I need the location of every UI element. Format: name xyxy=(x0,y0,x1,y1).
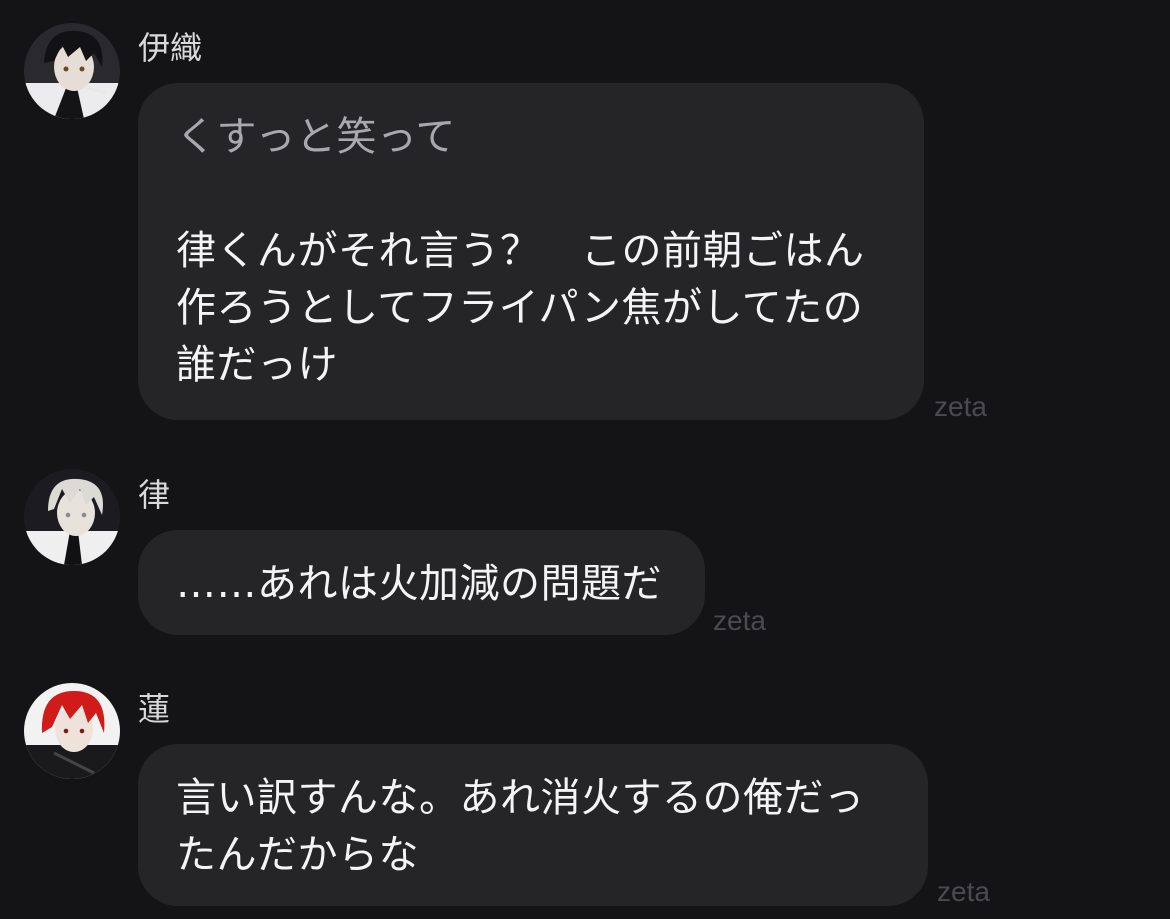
action-text: くすっと笑って xyxy=(176,114,456,160)
avatar-iori-image xyxy=(24,23,120,119)
avatar-iori[interactable] xyxy=(24,23,120,119)
message-line: 律くんがそれ言う？ この前朝ごはん xyxy=(176,228,865,274)
brand-watermark: zeta xyxy=(713,605,766,636)
message-line: たんだからな xyxy=(176,832,419,878)
message-line: 誰だっけ xyxy=(176,342,338,388)
sender-name: 律 xyxy=(138,476,171,514)
message-line: 言い訳すんな。あれ消火するの俺だっ xyxy=(176,775,865,821)
brand-watermark: zeta xyxy=(937,876,990,907)
avatar-ritsu[interactable] xyxy=(24,469,120,565)
message-bubble: 言い訳すんな。あれ消火するの俺だっ たんだからな xyxy=(138,744,928,906)
avatar-ritsu-image xyxy=(24,469,120,565)
message-line: 作ろうとしてフライパン焦がしてたの xyxy=(176,285,864,331)
message-bubble: くすっと笑って 律くんがそれ言う？ この前朝ごはん 作ろうとしてフライパン焦がし… xyxy=(138,83,924,420)
avatar-ren-image xyxy=(24,683,120,779)
message-line: ……あれは火加減の問題だ xyxy=(176,561,662,607)
avatar-ren[interactable] xyxy=(24,683,120,779)
brand-watermark: zeta xyxy=(934,391,987,422)
sender-name: 伊織 xyxy=(138,29,203,67)
message-bubble: ……あれは火加減の問題だ xyxy=(138,530,705,635)
sender-name: 蓮 xyxy=(138,690,171,728)
